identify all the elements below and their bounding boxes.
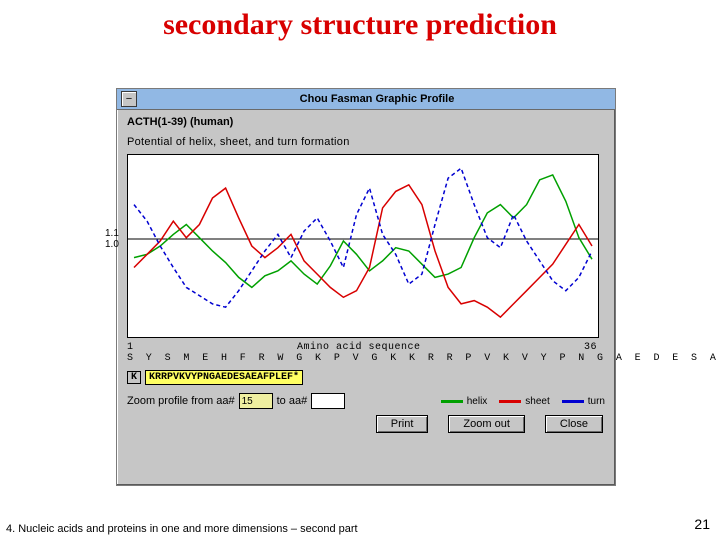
legend-label: sheet [525,396,549,407]
close-button[interactable]: Close [545,415,603,433]
xaxis-start: 1 [127,342,134,353]
chou-fasman-window: − Chou Fasman Graphic Profile ACTH(1-39)… [116,88,616,486]
ytick: 1.0 [105,239,119,250]
legend-label: helix [467,396,488,407]
sequence-highlight-row: K KRRPVKVYPNGAEDESAEAFPLEF* [127,370,605,385]
xaxis-label: Amino acid sequence [297,342,421,353]
zoom-to-label: to aa# [277,395,308,407]
profile-svg [128,155,598,337]
window-title: Chou Fasman Graphic Profile [143,93,611,105]
legend: helix sheet turn [441,396,605,407]
page-number: 21 [694,516,710,532]
xaxis-end: 36 [584,342,597,353]
zoom-out-button[interactable]: Zoom out [448,415,524,433]
plot-caption: Potential of helix, sheet, and turn form… [127,136,605,148]
legend-helix: helix [441,396,488,407]
sequence-name: ACTH(1-39) (human) [127,116,605,128]
minimize-icon: − [126,93,132,105]
sequence-letters: S Y S M E H F R W G K P V G K K R R P V … [127,353,605,364]
window-titlebar: − Chou Fasman Graphic Profile [117,89,615,110]
zoom-from-label: Zoom profile from aa# [127,395,235,407]
legend-label: turn [588,396,605,407]
legend-sheet: sheet [499,396,549,407]
minimize-button[interactable]: − [121,91,137,107]
k-badge: K [127,371,141,384]
print-button[interactable]: Print [376,415,429,433]
zoom-from-input[interactable] [239,393,273,409]
footer-note: 4. Nucleic acids and proteins in one and… [6,523,358,536]
y-axis-labels: 1.1 1.0 [105,228,119,250]
legend-turn: turn [562,396,605,407]
sequence-scale: 1 Amino acid sequence 36 S Y S M E H F R… [127,342,605,364]
profile-plot [127,154,599,338]
ytick: 1.1 [105,228,119,239]
zoom-to-input[interactable] [311,393,345,409]
slide-title: secondary structure prediction [0,8,720,42]
sequence-input[interactable]: KRRPVKVYPNGAEDESAEAFPLEF* [145,370,303,385]
